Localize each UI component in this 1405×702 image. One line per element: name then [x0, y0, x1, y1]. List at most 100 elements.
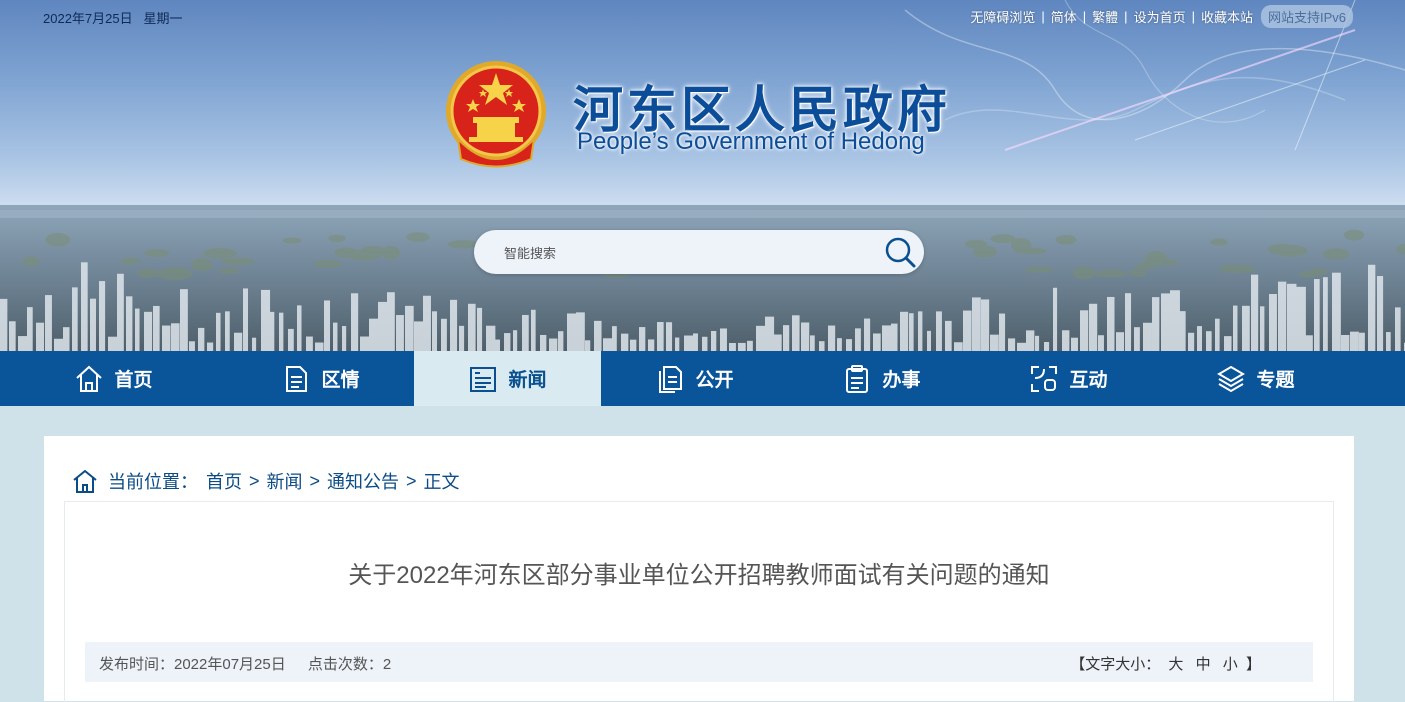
tree-shape: [221, 257, 255, 266]
building-shape: [603, 338, 613, 351]
building-shape: [1080, 310, 1089, 351]
building-shape: [360, 336, 370, 351]
nav-item-topics[interactable]: 专题: [1162, 351, 1349, 406]
building-shape: [396, 315, 404, 351]
building-shape: [405, 305, 414, 351]
ipv6-badge: 网站支持IPv6: [1260, 4, 1353, 28]
font-size-close: 】: [1245, 656, 1261, 673]
search-icon[interactable]: [884, 236, 916, 268]
nav-item-district[interactable]: 区情: [227, 351, 414, 406]
building-shape: [90, 298, 96, 351]
traditional-chinese-link[interactable]: 繁體: [1092, 7, 1118, 26]
files-icon: [659, 365, 683, 393]
building-shape: [477, 307, 483, 351]
building-shape: [1152, 297, 1160, 351]
tree-shape: [1024, 266, 1054, 273]
building-shape: [135, 308, 140, 351]
building-shape: [918, 311, 923, 351]
building-shape: [99, 281, 106, 351]
building-shape: [126, 296, 133, 351]
nav-item-interaction[interactable]: 互动: [975, 351, 1162, 406]
view-count: 点击次数：2: [307, 656, 392, 673]
building-shape: [1134, 327, 1140, 351]
interaction-icon: [1031, 365, 1058, 392]
tree-shape: [1072, 266, 1096, 280]
building-shape: [972, 297, 981, 351]
font-size-large-button[interactable]: 大: [1168, 656, 1183, 673]
building-shape: [1035, 335, 1040, 351]
building-shape: [585, 340, 591, 351]
building-shape: [855, 328, 861, 351]
building-shape: [9, 321, 16, 351]
nav-label: 互动: [1069, 370, 1108, 391]
font-size-small-button[interactable]: 小: [1223, 656, 1238, 673]
building-shape: [1125, 293, 1132, 351]
nav-label: 办事: [882, 370, 921, 391]
simplified-chinese-link[interactable]: 简体: [1051, 7, 1077, 26]
tree-shape: [1343, 229, 1365, 241]
building-shape: [828, 325, 836, 351]
article-title: 关于2022年河东区部分事业单位公开招聘教师面试有关问题的通知: [348, 562, 1050, 589]
tree-shape: [282, 237, 302, 244]
tree-shape: [218, 267, 240, 274]
nav-item-public[interactable]: 公开: [601, 351, 788, 406]
nav-item-home[interactable]: 首页: [0, 351, 227, 406]
building-shape: [567, 313, 577, 351]
nav-item-services[interactable]: 办事: [788, 351, 975, 406]
building-shape: [648, 339, 655, 351]
building-shape: [558, 331, 564, 351]
breadcrumb-home[interactable]: 首页: [206, 468, 242, 494]
building-shape: [774, 334, 782, 351]
building-shape: [702, 336, 708, 351]
header-banner: 2022年7月25日 星期一 无障碍浏览 | 简体 | 繁體 | 设为首页 | …: [0, 0, 1405, 351]
breadcrumb-news[interactable]: 新闻: [267, 468, 303, 494]
building-shape: [1287, 283, 1297, 351]
building-shape: [1332, 272, 1341, 351]
tree-shape: [191, 257, 213, 272]
separator: |: [1191, 8, 1195, 24]
font-size-medium-button[interactable]: 中: [1196, 656, 1211, 673]
search-input[interactable]: [502, 230, 866, 276]
building-shape: [909, 313, 914, 351]
building-shape: [783, 325, 790, 351]
building-shape: [891, 323, 898, 351]
building-shape: [225, 311, 230, 351]
nav-item-news[interactable]: 新闻: [414, 351, 601, 406]
building-shape: [1116, 332, 1125, 351]
building-shape: [180, 289, 188, 351]
building-shape: [261, 289, 271, 351]
building-shape: [1098, 335, 1104, 351]
building-shape: [657, 322, 664, 351]
building-shape: [1143, 322, 1152, 351]
building-shape: [18, 336, 28, 351]
building-shape: [522, 314, 529, 351]
set-homepage-link[interactable]: 设为首页: [1134, 7, 1186, 26]
publish-date: 发布时间：2022年07月25日: [99, 656, 286, 673]
tree-shape: [406, 232, 430, 242]
building-shape: [1233, 305, 1238, 351]
building-shape: [45, 295, 52, 351]
home-icon[interactable]: [72, 468, 98, 494]
tree-shape: [1013, 247, 1047, 255]
breadcrumb-notices[interactable]: 通知公告: [327, 468, 399, 494]
building-shape: [297, 305, 302, 351]
building-shape: [801, 322, 810, 351]
font-size-label: 【文字大小：: [1070, 656, 1161, 673]
building-shape: [117, 273, 124, 351]
separator: |: [1041, 8, 1045, 24]
tree-shape: [45, 233, 71, 247]
accessible-browse-link[interactable]: 无障碍浏览: [970, 7, 1035, 26]
building-shape: [153, 305, 160, 351]
building-shape: [1053, 287, 1058, 351]
building-shape: [1062, 330, 1070, 351]
building-shape: [1395, 307, 1401, 351]
building-shape: [729, 342, 736, 351]
building-shape: [1386, 332, 1391, 351]
building-shape: [1188, 332, 1195, 351]
breadcrumb-prefix: 当前位置：: [108, 472, 198, 492]
nav-label: 公开: [695, 370, 734, 391]
bookmark-site-link[interactable]: 收藏本站: [1201, 7, 1253, 26]
building-shape: [882, 325, 892, 351]
building-shape: [54, 338, 64, 351]
building-shape: [1071, 337, 1078, 351]
